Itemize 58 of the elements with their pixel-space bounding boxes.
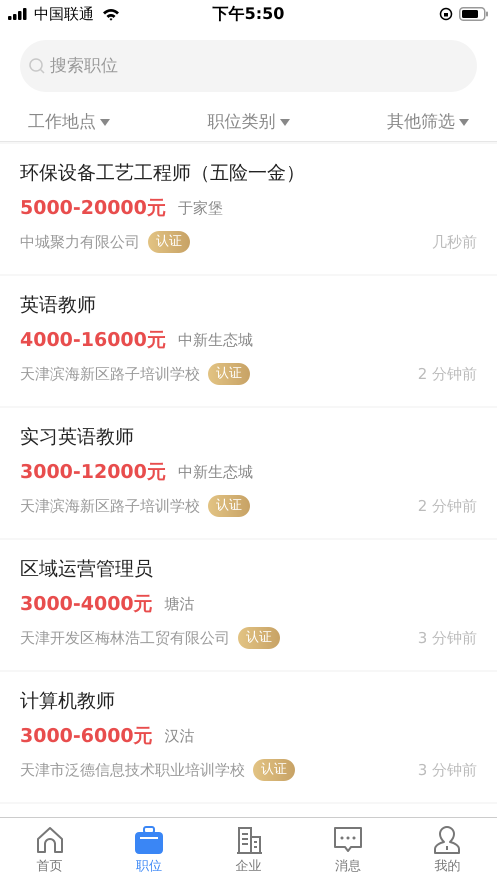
posted-time: 3 分钟前 <box>418 760 477 780</box>
tab-bar-item[interactable]: 职位 <box>99 818 199 883</box>
briefcase-icon <box>134 824 164 855</box>
tab-bar-item[interactable]: 我的 <box>398 818 497 883</box>
caret-icon <box>280 118 290 126</box>
filter-dropdown[interactable]: 工作地点 <box>28 110 110 136</box>
filter-dropdown[interactable]: 其他筛选 <box>387 110 469 136</box>
caret-icon <box>459 118 469 126</box>
location: 汉沽 <box>164 726 195 747</box>
carrier-name: 中国联通 <box>34 4 94 25</box>
search-icon <box>28 57 46 75</box>
verified-badge: 认证 <box>253 759 295 780</box>
posted-time: 几秒前 <box>432 232 477 252</box>
posted-time: 2 分钟前 <box>418 364 477 384</box>
company-name: 天津滨海新区路子培训学校 <box>20 364 200 384</box>
verified-badge: 认证 <box>208 495 250 516</box>
person-icon <box>432 824 462 855</box>
clock: 下午5:50 <box>212 3 284 25</box>
job-card[interactable]: 英语教师 4000-16000元 中新生态城 天津滨海新区路子培训学校 认证 2 分钟前 <box>0 276 497 406</box>
wifi-icon <box>102 8 120 20</box>
location: 中新生态城 <box>178 462 253 483</box>
location: 塘沽 <box>164 594 195 615</box>
job-title: 英语教师 <box>20 293 97 318</box>
filter-dropdown[interactable]: 职位类别 <box>208 110 290 136</box>
location: 于家堡 <box>178 198 223 219</box>
tab-bar-item[interactable]: 首页 <box>0 818 100 883</box>
verified-badge: 认证 <box>208 363 250 384</box>
battery-icon <box>459 7 489 21</box>
verified-badge: 认证 <box>148 231 190 252</box>
job-title: 实习英语教师 <box>20 425 135 450</box>
salary: 3000-4000元 <box>20 592 153 617</box>
job-card[interactable]: 实习英语教师 3000-12000元 中新生态城 天津滨海新区路子培训学校 认证 2 分钟前 <box>0 408 497 538</box>
search-field[interactable]: 搜索职位 <box>20 40 477 92</box>
tab-bar-item[interactable]: 消息 <box>298 818 398 883</box>
location: 中新生态城 <box>178 330 253 351</box>
company-name: 天津滨海新区路子培训学校 <box>20 496 200 516</box>
job-card[interactable]: 环保设备工艺工程师（五险一金） 5000-20000元 于家堡 中城聚力有限公司 认证 几秒前 <box>0 144 497 274</box>
caret-icon <box>100 118 110 126</box>
chat-icon <box>332 824 363 855</box>
posted-time: 3 分钟前 <box>418 628 477 648</box>
job-title: 计算机教师 <box>20 689 116 714</box>
tab-bar-item[interactable]: 企业 <box>198 818 298 883</box>
salary: 3000-6000元 <box>20 724 153 749</box>
verified-badge: 认证 <box>238 627 280 648</box>
company-name: 天津市泛德信息技术职业培训学校 <box>20 760 245 780</box>
company-name: 中城聚力有限公司 <box>20 232 140 252</box>
salary: 4000-16000元 <box>20 328 166 353</box>
salary: 3000-12000元 <box>20 460 166 485</box>
job-card[interactable]: 区域运营管理员 3000-4000元 塘沽 天津开发区梅林浩工贸有限公司 认证 3 分钟前 <box>0 540 497 670</box>
posted-time: 2 分钟前 <box>418 496 477 516</box>
home-icon <box>34 824 65 855</box>
salary: 5000-20000元 <box>20 196 166 221</box>
orientation-lock-icon <box>439 7 453 21</box>
job-title: 区域运营管理员 <box>20 557 154 582</box>
company-name: 天津开发区梅林浩工贸有限公司 <box>20 628 230 648</box>
job-card[interactable]: 计算机教师 3000-6000元 汉沽 天津市泛德信息技术职业培训学校 认证 3 分钟前 <box>0 672 497 802</box>
job-card[interactable] <box>0 804 497 817</box>
job-title: 环保设备工艺工程师（五险一金） <box>20 161 306 186</box>
